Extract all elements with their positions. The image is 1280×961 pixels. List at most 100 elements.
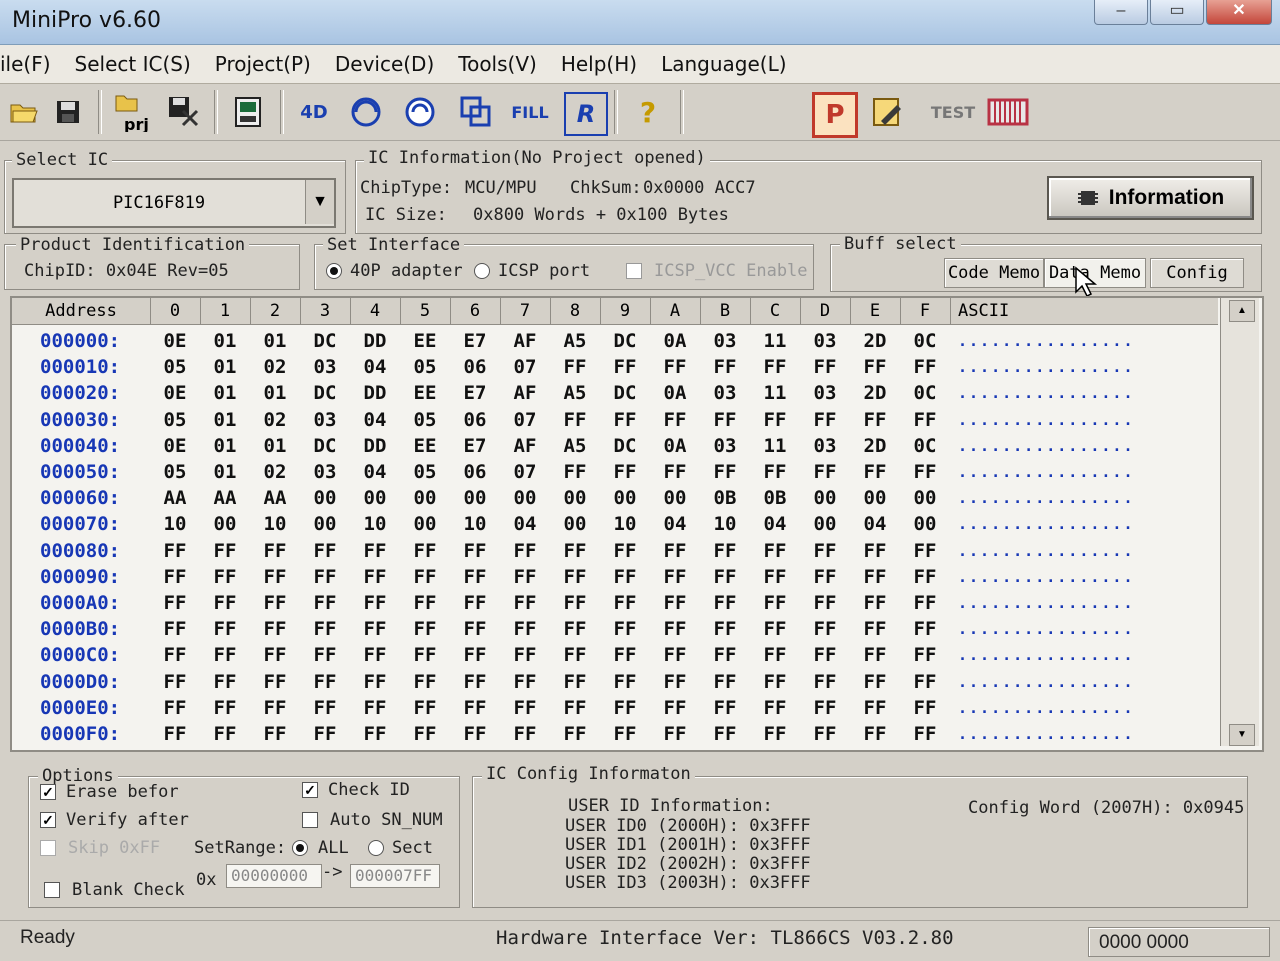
read-chip-icon[interactable]: [228, 92, 268, 132]
hex-cell[interactable]: FF: [808, 644, 842, 666]
hex-cell[interactable]: FF: [708, 697, 742, 719]
hex-cell[interactable]: 05: [158, 356, 192, 378]
hex-cell[interactable]: FF: [458, 644, 492, 666]
hex-cell[interactable]: FF: [608, 540, 642, 562]
hex-cell[interactable]: 01: [258, 330, 292, 352]
menu-select-ic[interactable]: Select IC(S): [63, 52, 203, 76]
hex-cell[interactable]: FF: [358, 540, 392, 562]
hex-cell[interactable]: 10: [708, 513, 742, 535]
hex-cell[interactable]: FF: [358, 618, 392, 640]
hex-cell[interactable]: 0B: [708, 487, 742, 509]
hex-cell[interactable]: FF: [408, 697, 442, 719]
hex-cell[interactable]: 00: [908, 513, 942, 535]
hex-cell[interactable]: AA: [258, 487, 292, 509]
hex-cell[interactable]: 00: [408, 487, 442, 509]
hex-cell[interactable]: FF: [708, 592, 742, 614]
hex-cell[interactable]: 06: [458, 356, 492, 378]
hex-cell[interactable]: FF: [708, 644, 742, 666]
hex-cell[interactable]: FF: [908, 723, 942, 745]
hex-cell[interactable]: FF: [358, 671, 392, 693]
hex-cell[interactable]: 01: [258, 382, 292, 404]
hex-cell[interactable]: DD: [358, 382, 392, 404]
hex-cell[interactable]: 03: [308, 409, 342, 431]
hex-cell[interactable]: A5: [558, 330, 592, 352]
hex-cell[interactable]: 03: [308, 461, 342, 483]
hex-cell[interactable]: 01: [208, 330, 242, 352]
maximize-button[interactable]: ▭: [1150, 0, 1204, 25]
hex-cell[interactable]: FF: [208, 644, 242, 666]
hex-cell[interactable]: FF: [208, 723, 242, 745]
hex-cell[interactable]: 11: [758, 382, 792, 404]
radio-40p-adapter[interactable]: [326, 263, 342, 279]
hex-cell[interactable]: 02: [258, 356, 292, 378]
hex-cell[interactable]: 01: [208, 435, 242, 457]
chip-socket-icon[interactable]: [986, 92, 1030, 132]
range-to-input[interactable]: 000007FF: [350, 864, 440, 888]
hex-cell[interactable]: FF: [408, 592, 442, 614]
hex-cell[interactable]: 04: [858, 513, 892, 535]
icsp-vcc-checkbox[interactable]: [626, 263, 642, 279]
hex-cell[interactable]: FF: [208, 697, 242, 719]
hex-cell[interactable]: 00: [908, 487, 942, 509]
hex-cell[interactable]: 10: [358, 513, 392, 535]
hex-cell[interactable]: FF: [908, 461, 942, 483]
hex-cell[interactable]: FF: [708, 409, 742, 431]
radio-icsp-port[interactable]: [474, 263, 490, 279]
hex-cell[interactable]: FF: [258, 671, 292, 693]
hex-cell[interactable]: FF: [308, 592, 342, 614]
hex-cell[interactable]: 02: [258, 409, 292, 431]
hex-cell[interactable]: FF: [758, 566, 792, 588]
hex-cell[interactable]: 03: [308, 356, 342, 378]
hex-cell[interactable]: AA: [158, 487, 192, 509]
program-icon[interactable]: P: [812, 92, 858, 138]
edit-icon[interactable]: [868, 92, 908, 132]
hex-cell[interactable]: DC: [608, 330, 642, 352]
hex-cell[interactable]: 04: [358, 461, 392, 483]
hex-cell[interactable]: FF: [858, 461, 892, 483]
hex-cell[interactable]: AF: [508, 382, 542, 404]
hex-cell[interactable]: FF: [458, 697, 492, 719]
hex-cell[interactable]: FF: [158, 540, 192, 562]
hex-cell[interactable]: FF: [558, 540, 592, 562]
hex-cell[interactable]: 01: [208, 356, 242, 378]
hex-cell[interactable]: 04: [658, 513, 692, 535]
hex-cell[interactable]: FF: [558, 409, 592, 431]
hex-cell[interactable]: FF: [758, 540, 792, 562]
hex-cell[interactable]: 06: [458, 461, 492, 483]
compare-icon[interactable]: [456, 92, 496, 132]
hex-cell[interactable]: E7: [458, 382, 492, 404]
hex-cell[interactable]: FF: [908, 592, 942, 614]
hex-cell[interactable]: 00: [608, 487, 642, 509]
hex-cell[interactable]: 00: [308, 487, 342, 509]
hex-cell[interactable]: 04: [758, 513, 792, 535]
hex-cell[interactable]: 0E: [158, 435, 192, 457]
hex-cell[interactable]: FF: [908, 671, 942, 693]
hex-cell[interactable]: 00: [208, 513, 242, 535]
hex-cell[interactable]: FF: [508, 540, 542, 562]
hex-cell[interactable]: FF: [608, 461, 642, 483]
hex-cell[interactable]: FF: [408, 671, 442, 693]
hex-cell[interactable]: FF: [158, 566, 192, 588]
hex-cell[interactable]: FF: [708, 671, 742, 693]
hex-cell[interactable]: FF: [858, 697, 892, 719]
hex-cell[interactable]: 00: [508, 487, 542, 509]
check-id-checkbox[interactable]: ✓: [302, 782, 318, 798]
hex-cell[interactable]: FF: [308, 566, 342, 588]
hex-cell[interactable]: DC: [608, 435, 642, 457]
hex-cell[interactable]: FF: [758, 409, 792, 431]
hex-cell[interactable]: FF: [658, 461, 692, 483]
range-sect-radio[interactable]: [368, 840, 384, 856]
hex-cell[interactable]: 0E: [158, 382, 192, 404]
hex-cell[interactable]: FF: [658, 356, 692, 378]
information-button[interactable]: Information: [1047, 176, 1254, 220]
hex-cell[interactable]: FF: [558, 461, 592, 483]
hex-cell[interactable]: FF: [858, 540, 892, 562]
hex-cell[interactable]: 0E: [158, 330, 192, 352]
hex-cell[interactable]: FF: [708, 566, 742, 588]
hex-cell[interactable]: FF: [308, 671, 342, 693]
hex-cell[interactable]: FF: [358, 644, 392, 666]
hex-cell[interactable]: FF: [608, 618, 642, 640]
hex-cell[interactable]: FF: [908, 697, 942, 719]
hex-cell[interactable]: FF: [458, 618, 492, 640]
hex-cell[interactable]: FF: [858, 618, 892, 640]
